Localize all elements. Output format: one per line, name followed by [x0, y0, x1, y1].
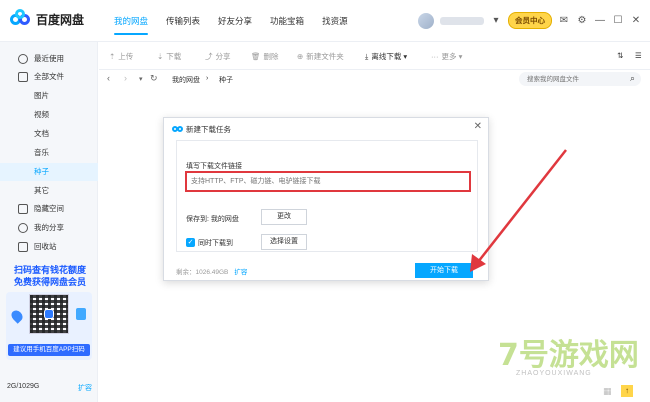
- promo-banner[interactable]: 扫码查有钱花额度 免费获得网盘会员 建议用手机百度APP扫码: [6, 264, 94, 360]
- breadcrumb-separator: ›: [206, 75, 209, 82]
- file-icon: [18, 72, 28, 82]
- gear-icon[interactable]: ⚙: [576, 15, 588, 27]
- sidebar: 最近使用 全部文件 图片 视频 文档 音乐 种子 其它 隐藏空间 我的分享 回收…: [0, 42, 98, 402]
- address-bar: ‹ › ▾ ↻ 我的网盘 › 种子 ⌕: [99, 70, 650, 88]
- change-location-button[interactable]: 更改: [261, 209, 307, 225]
- download-button[interactable]: ⇣ 下载: [157, 51, 181, 62]
- search-icon[interactable]: ⌕: [630, 73, 635, 84]
- sidebar-item-images[interactable]: 图片: [0, 87, 98, 105]
- mail-icon[interactable]: ✉: [558, 15, 570, 27]
- dialog-header: 新建下载任务 ✕: [164, 118, 488, 138]
- promo-scan-button[interactable]: 建议用手机百度APP扫码: [8, 344, 90, 356]
- dialog-title: 新建下载任务: [186, 125, 231, 134]
- user-area: ▾ 会员中心 ✉ ⚙ — ☐ ✕: [418, 12, 642, 29]
- new-folder-button[interactable]: ⊕ 新建文件夹: [297, 51, 344, 62]
- folder-plus-icon: ⊕: [297, 52, 304, 61]
- tab-friend-share[interactable]: 好友分享: [209, 0, 261, 42]
- download-icon: ⤓: [365, 52, 369, 61]
- select-settings-button[interactable]: 选择设置: [261, 234, 307, 250]
- promo-line-1: 扫码查有钱花额度: [13, 265, 86, 275]
- expand-link[interactable]: 扩容: [234, 269, 247, 276]
- tab-my-disk[interactable]: 我的网盘: [105, 0, 157, 42]
- sidebar-item-recycle-bin[interactable]: 回收站: [0, 238, 98, 256]
- send-icon: [76, 308, 86, 320]
- sidebar-item-music[interactable]: 音乐: [0, 144, 98, 162]
- sync-download-label: 同时下载到: [198, 240, 233, 247]
- download-icon: ⇣: [157, 52, 164, 61]
- url-field-label: 填写下载文件链接: [186, 163, 242, 170]
- sidebar-item-torrents[interactable]: 种子: [0, 163, 98, 181]
- tab-transfer-list[interactable]: 传输列表: [157, 0, 209, 42]
- sync-download-checkbox[interactable]: ✓: [186, 238, 195, 247]
- save-location-label: 保存到: 我的网盘: [186, 216, 239, 223]
- breadcrumb-root[interactable]: 我的网盘: [172, 75, 200, 85]
- expand-storage-link[interactable]: 扩容: [78, 383, 92, 393]
- remaining-space: 剩余：1026.49GB 扩容: [176, 269, 248, 276]
- dialog-body: 填写下载文件链接 保存到: 我的网盘 更改 ✓ 同时下载到 选择设置: [176, 140, 478, 252]
- tab-find-resources[interactable]: 找资源: [313, 0, 357, 42]
- sidebar-item-hidden-space[interactable]: 隐藏空间: [0, 200, 98, 218]
- upload-button[interactable]: ⇡ 上传: [109, 51, 133, 62]
- watermark-main: 7号游戏网: [498, 338, 639, 373]
- promo-line-2: 免费获得网盘会员: [13, 277, 86, 287]
- avatar[interactable]: [418, 12, 434, 29]
- search-box[interactable]: ⌕: [519, 72, 641, 86]
- minimize-icon[interactable]: —: [594, 15, 606, 27]
- more-button[interactable]: ··· 更多 ▾: [431, 51, 462, 62]
- delete-button[interactable]: 🗑 删除: [251, 51, 279, 62]
- share-button[interactable]: ⤴ 分享: [205, 51, 231, 62]
- site-watermark: 7号游戏网 ZHAOYOUXIWANG: [498, 330, 648, 386]
- watermark-sub: ZHAOYOUXIWANG: [516, 370, 592, 377]
- username-blurred[interactable]: [440, 16, 484, 25]
- refresh-icon[interactable]: ↻: [150, 73, 158, 84]
- app-name: 百度网盘: [36, 12, 85, 27]
- main-nav: 我的网盘 传输列表 好友分享 功能宝箱 找资源: [105, 0, 357, 42]
- storage-usage: 2G/1029G: [7, 383, 40, 390]
- chevron-down-icon[interactable]: ▾: [490, 15, 502, 27]
- sidebar-item-my-shares[interactable]: 我的分享: [0, 219, 98, 237]
- tab-feature-box[interactable]: 功能宝箱: [261, 0, 313, 42]
- url-input[interactable]: [187, 173, 469, 190]
- more-icon: ···: [431, 52, 439, 61]
- location-pin-icon: [9, 308, 25, 324]
- upload-icon: ⇡: [109, 52, 116, 61]
- url-input-wrapper: [185, 171, 471, 192]
- cloud-logo-icon: [10, 9, 32, 28]
- sidebar-item-all-files[interactable]: 全部文件: [0, 68, 98, 86]
- cloud-logo-icon: [172, 124, 183, 132]
- qr-center-logo-icon: [44, 309, 54, 319]
- share-icon: ⤴: [205, 52, 213, 61]
- trash-icon: 🗑: [251, 52, 261, 61]
- share-icon: [18, 223, 28, 233]
- close-icon[interactable]: ✕: [630, 15, 642, 27]
- offline-download-button[interactable]: ⤓ 离线下载 ▾: [365, 51, 407, 62]
- back-arrow-icon[interactable]: ‹: [107, 73, 110, 83]
- start-download-button[interactable]: 开始下载: [415, 263, 473, 278]
- list-view-icon[interactable]: ☰: [635, 51, 642, 60]
- new-download-dialog: 新建下载任务 ✕ 填写下载文件链接 保存到: 我的网盘 更改 ✓ 同时下载到 选…: [163, 117, 489, 281]
- promo-qr-card: 建议用手机百度APP扫码: [6, 292, 92, 360]
- close-icon[interactable]: ✕: [474, 121, 482, 132]
- forward-arrow-icon[interactable]: ›: [124, 73, 127, 83]
- clock-icon: [18, 54, 28, 64]
- top-header: 百度网盘 我的网盘 传输列表 好友分享 功能宝箱 找资源 ▾ 会员中心 ✉ ⚙ …: [0, 0, 650, 42]
- vip-center-button[interactable]: 会员中心: [508, 12, 552, 29]
- grid-view-icon[interactable]: ▦: [603, 386, 612, 397]
- upgrade-icon[interactable]: ↑: [621, 385, 633, 397]
- sort-icon[interactable]: ⇅: [617, 51, 623, 60]
- sidebar-item-other[interactable]: 其它: [0, 182, 98, 200]
- sidebar-item-recent[interactable]: 最近使用: [0, 50, 98, 68]
- lock-icon: [18, 204, 28, 214]
- app-logo[interactable]: 百度网盘: [10, 9, 85, 28]
- toolbar: ⇡ 上传 ⇣ 下载 ⤴ 分享 🗑 删除 ⊕ 新建文件夹 ⤓ 离线下载 ▾ ··· 更多 ▾ ⇅…: [99, 42, 650, 70]
- sidebar-item-documents[interactable]: 文档: [0, 125, 98, 143]
- maximize-icon[interactable]: ☐: [612, 15, 624, 27]
- history-dropdown-icon[interactable]: ▾: [139, 75, 143, 83]
- breadcrumb-current[interactable]: 种子: [219, 75, 233, 85]
- sidebar-item-videos[interactable]: 视频: [0, 106, 98, 124]
- search-input[interactable]: [519, 72, 619, 86]
- trash-icon: [18, 242, 28, 252]
